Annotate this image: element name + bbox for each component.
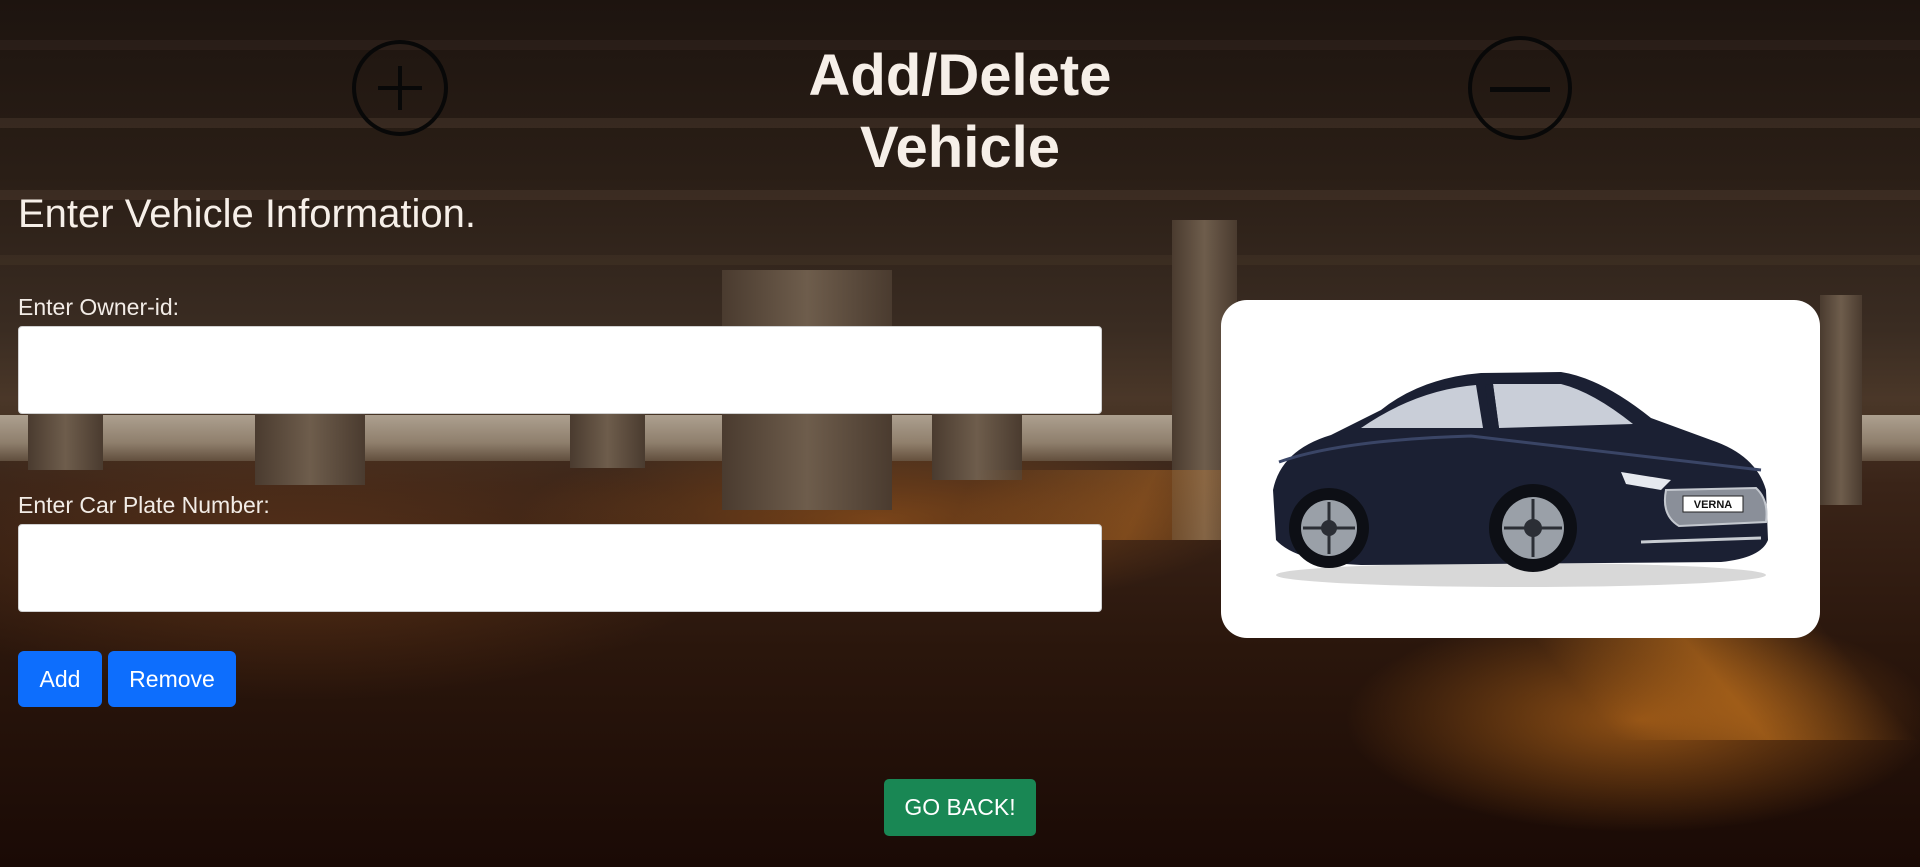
car-image: VERNA	[1273, 372, 1768, 587]
plate-number-label: Enter Car Plate Number:	[18, 492, 270, 518]
page-title: Add/Delete Vehicle	[808, 43, 1112, 180]
plus-circle-icon[interactable]	[352, 40, 448, 136]
owner-id-input[interactable]	[18, 326, 1102, 414]
go-back-button[interactable]: GO BACK!	[884, 779, 1036, 836]
minus-circle-icon[interactable]	[1468, 36, 1572, 140]
add-button[interactable]: Add	[18, 651, 102, 707]
remove-button[interactable]: Remove	[108, 651, 236, 707]
form-subtitle: Enter Vehicle Information.	[18, 192, 477, 236]
car-image-card: VERNA	[1221, 300, 1820, 638]
owner-id-label: Enter Owner-id:	[18, 294, 180, 320]
car-plate-text: VERNA	[1694, 499, 1733, 511]
plate-number-input[interactable]	[18, 524, 1102, 612]
